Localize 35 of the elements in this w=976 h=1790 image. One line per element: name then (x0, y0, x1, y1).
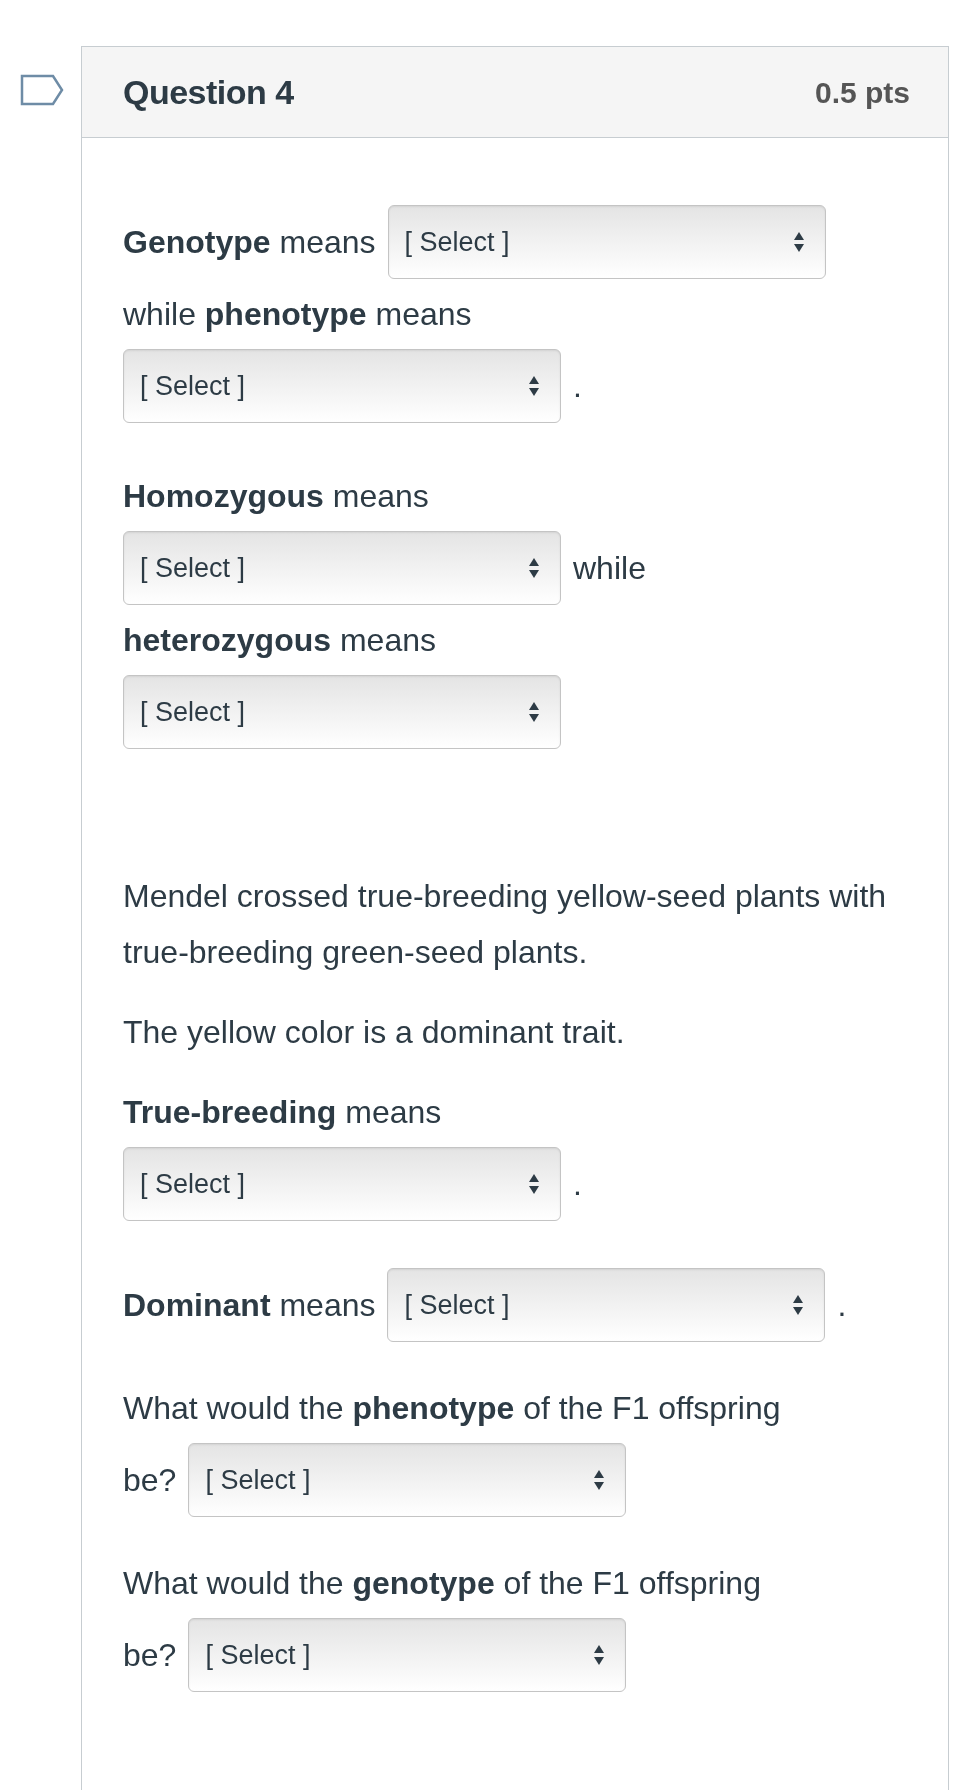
answer-dropdown[interactable]: [ Select ] (188, 1618, 627, 1692)
question-text: . (837, 1286, 847, 1325)
question-text: . (573, 1165, 582, 1204)
question-text: while (573, 549, 646, 588)
sort-arrows-icon (593, 1469, 606, 1491)
sort-arrows-icon (792, 231, 805, 253)
answer-dropdown[interactable]: [ Select ] (123, 349, 561, 423)
sort-arrows-icon (528, 701, 540, 723)
sort-arrows-icon (528, 1173, 540, 1195)
question-text: True-breeding means (123, 1093, 442, 1132)
answer-dropdown[interactable]: [ Select ] (123, 675, 561, 749)
sort-arrows-icon (528, 375, 540, 397)
question-text: Homozygous means (123, 477, 429, 516)
question-text: while phenotype means (123, 295, 472, 334)
question-text: heterozygous means (123, 621, 436, 660)
bookmark-icon[interactable] (20, 74, 64, 106)
question-text: What would the phenotype of the F1 offspring (123, 1389, 781, 1428)
answer-dropdown[interactable]: [ Select ] (123, 531, 561, 605)
answer-dropdown[interactable]: [ Select ] (123, 1147, 561, 1221)
question-text: Dominant means (123, 1286, 376, 1325)
question-title: Question 4 (123, 71, 294, 113)
sort-arrows-icon (593, 1644, 606, 1666)
question-text: What would the genotype of the F1 offspring (123, 1564, 761, 1603)
question-text: The yellow color is a dominant trait. (123, 1013, 626, 1052)
sort-arrows-icon (792, 1294, 805, 1316)
answer-dropdown[interactable]: [ Select ] (387, 1268, 826, 1342)
question-text: be? (123, 1461, 177, 1500)
question-text: be? (123, 1636, 177, 1675)
answer-dropdown[interactable]: [ Select ] (387, 205, 826, 279)
question-text: Genotype means (123, 223, 376, 262)
points-label: 0.5 pts (814, 74, 910, 111)
sort-arrows-icon (528, 557, 540, 579)
question-text: Mendel crossed true-breeding yellow-seed plants with true-breeding green-seed plants. (123, 877, 888, 972)
answer-dropdown[interactable]: [ Select ] (188, 1443, 627, 1517)
question-text: . (573, 367, 582, 406)
